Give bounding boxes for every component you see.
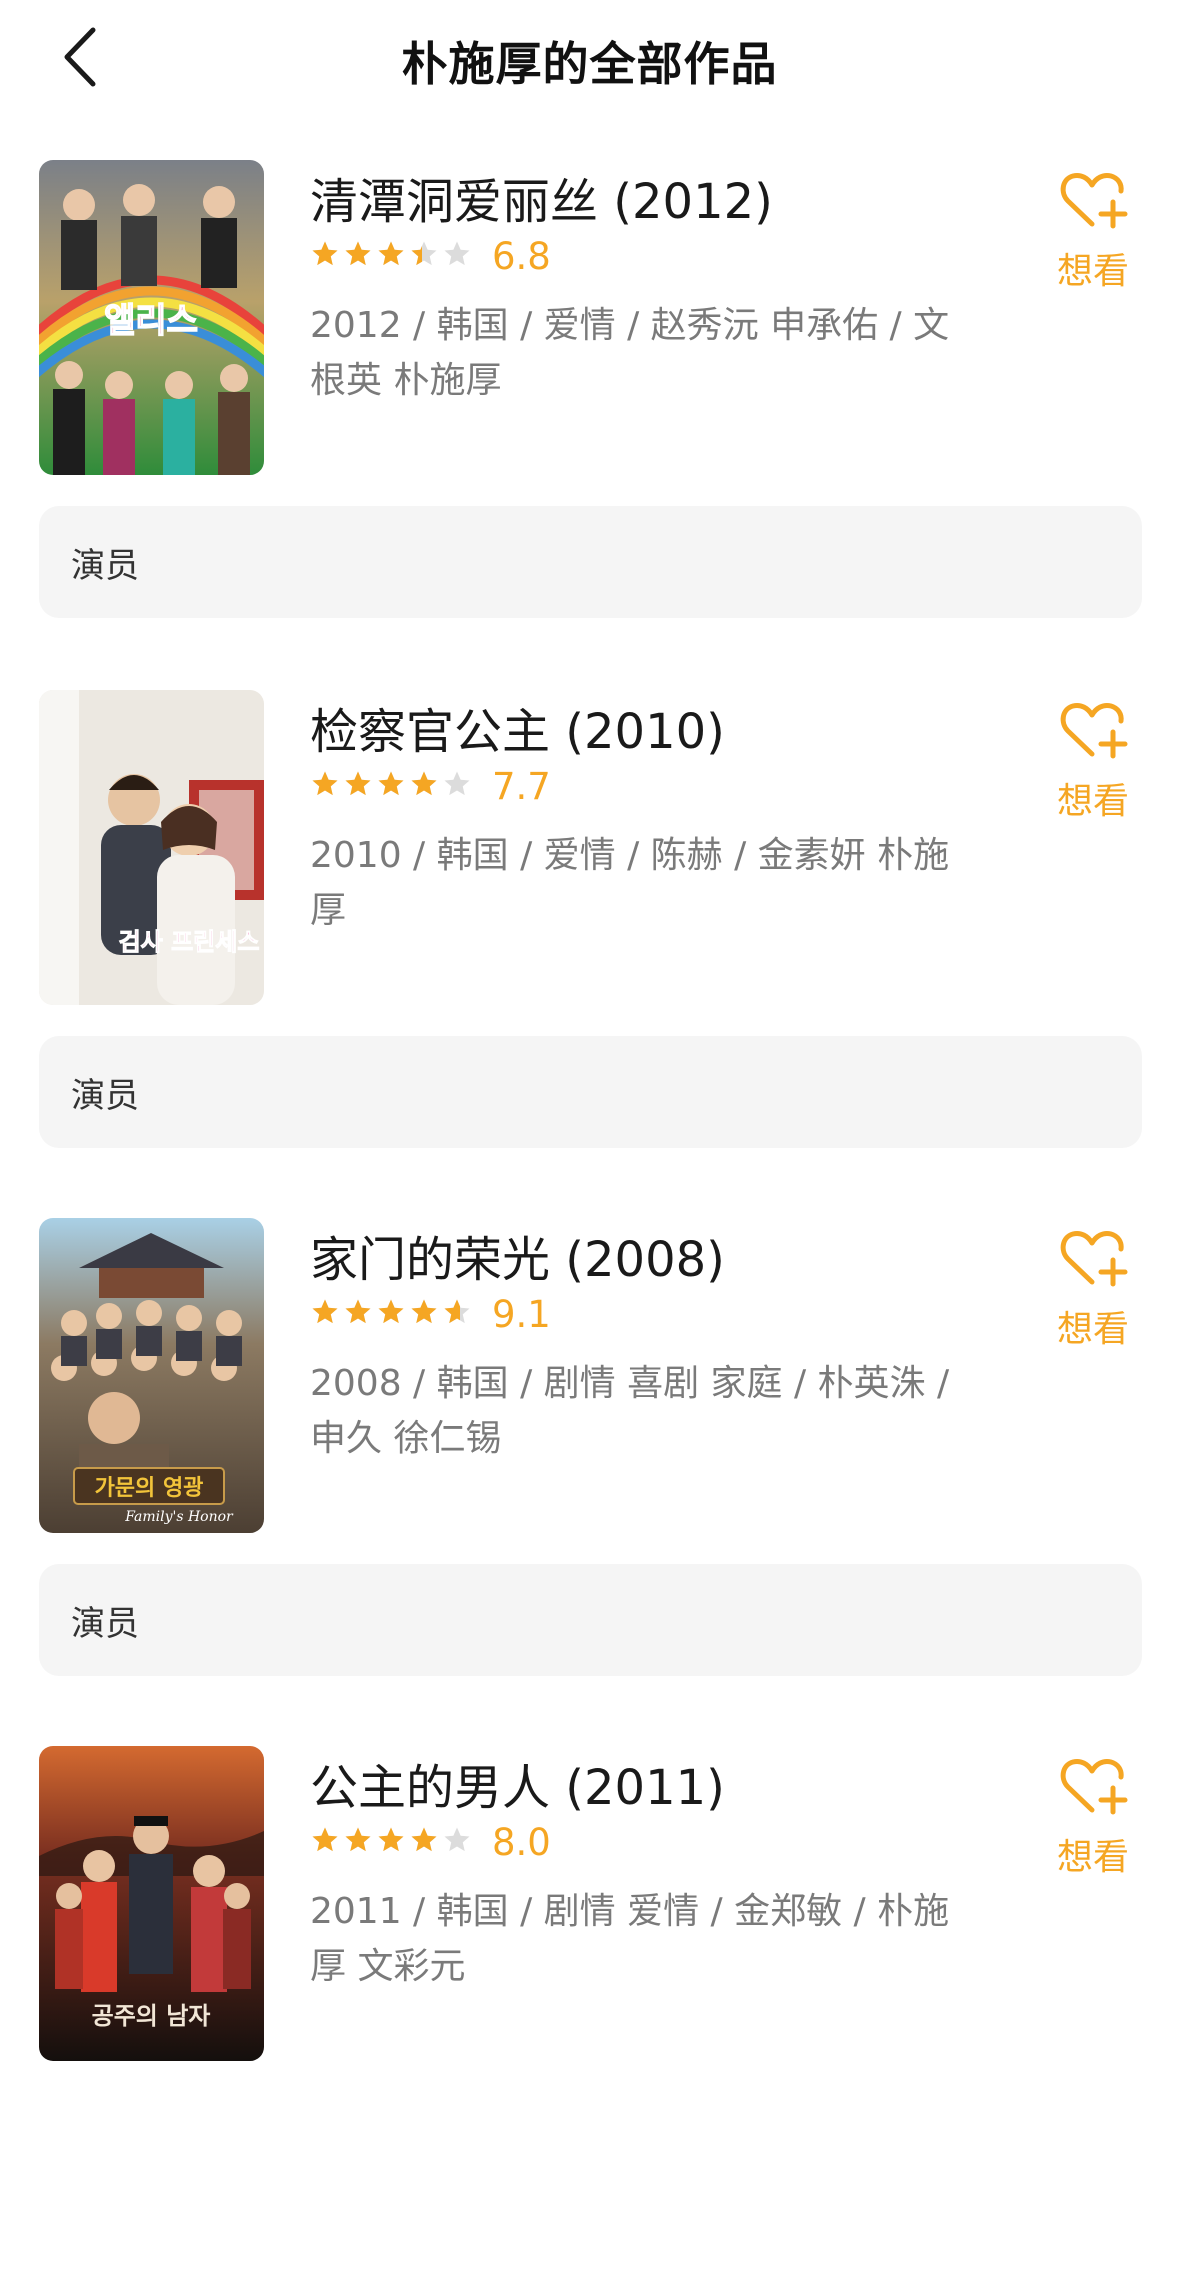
- work-title[interactable]: 检察官公主 (2010): [310, 692, 725, 762]
- work-meta: 2010 / 韩国 / 爱情 / 陈赫 / 金素妍 朴施厚: [310, 835, 950, 931]
- rating-score: 6.8: [492, 234, 551, 278]
- rating-row: 7.7: [310, 764, 551, 808]
- rating-score: 8.0: [492, 1820, 551, 1864]
- star-rating: [310, 1297, 472, 1331]
- want-to-watch-label: 想看: [1056, 781, 1129, 822]
- heart-plus-icon: [1060, 173, 1128, 229]
- want-to-watch-label: 想看: [1056, 1837, 1129, 1878]
- star-rating: [310, 1825, 472, 1859]
- rating-row: 8.0: [310, 1820, 551, 1864]
- role-bar[interactable]: 演员: [39, 506, 1142, 618]
- heart-plus-icon: [1060, 1231, 1128, 1287]
- work-meta: 2008 / 韩国 / 剧情 喜剧 家庭 / 朴英洙 / 申久 徐仁锡: [310, 1363, 950, 1459]
- work-meta: 2012 / 韩国 / 爱情 / 赵秀沅 申承佑 / 文根英 朴施厚: [310, 305, 950, 401]
- role-bar[interactable]: 演员: [39, 1036, 1142, 1148]
- poster-image[interactable]: 공주의 남자: [39, 1746, 264, 2061]
- work-meta: 2011 / 韩国 / 剧情 爱情 / 金郑敏 / 朴施厚 文彩元: [310, 1891, 950, 1987]
- svg-text:Family's Honor: Family's Honor: [124, 1509, 234, 1525]
- want-to-watch-button[interactable]: 想看: [1048, 1754, 1138, 1880]
- role-bar[interactable]: 演员: [39, 1564, 1142, 1676]
- want-to-watch-button[interactable]: 想看: [1048, 698, 1138, 824]
- heart-plus-icon: [1060, 703, 1128, 759]
- work-title[interactable]: 公主的男人 (2011): [310, 1748, 725, 1818]
- work-item[interactable]: 검사 프린세스 检察官公主 (2010) 7.7 2010 / 韩国 / 爱情 …: [0, 690, 1179, 1220]
- poster-image[interactable]: 가문의 영광 Family's Honor: [39, 1218, 264, 1533]
- heart-plus-icon: [1060, 1759, 1128, 1815]
- svg-text:검사 프린세스: 검사 프린세스: [119, 928, 260, 956]
- work-item[interactable]: 앨리스 清潭洞爱丽丝 (2012) 6.8 2012 / 韩国 / 爱情 / 赵…: [0, 160, 1179, 690]
- nav-bar: 朴施厚的全部作品: [0, 0, 1179, 120]
- role-label: 演员: [71, 1604, 139, 1644]
- poster-image[interactable]: 앨리스: [39, 160, 264, 475]
- svg-text:공주의 남자: 공주의 남자: [92, 2001, 211, 2030]
- want-to-watch-button[interactable]: 想看: [1048, 168, 1138, 294]
- role-label: 演员: [71, 546, 139, 586]
- rating-score: 9.1: [492, 1292, 551, 1336]
- svg-text:앨리스: 앨리스: [104, 301, 198, 341]
- page-title: 朴施厚的全部作品: [401, 37, 778, 91]
- svg-text:가문의 영광: 가문의 영광: [95, 1476, 204, 1501]
- work-item[interactable]: 가문의 영광 Family's Honor 家门的荣光 (2008) 9.1 2…: [0, 1218, 1179, 1748]
- poster-image[interactable]: 검사 프린세스: [39, 690, 264, 1005]
- rating-score: 7.7: [492, 764, 551, 808]
- role-label: 演员: [71, 1076, 139, 1116]
- want-to-watch-label: 想看: [1056, 1309, 1129, 1350]
- work-title[interactable]: 家门的荣光 (2008): [310, 1220, 725, 1290]
- want-to-watch-label: 想看: [1056, 251, 1129, 292]
- work-item[interactable]: 공주의 남자 公主的男人 (2011) 8.0 2011 / 韩国 / 剧情 爱…: [0, 1746, 1179, 2276]
- star-rating: [310, 769, 472, 803]
- rating-row: 9.1: [310, 1292, 551, 1336]
- want-to-watch-button[interactable]: 想看: [1048, 1226, 1138, 1352]
- rating-row: 6.8: [310, 234, 551, 278]
- star-rating: [310, 239, 472, 273]
- work-title[interactable]: 清潭洞爱丽丝 (2012): [310, 162, 773, 232]
